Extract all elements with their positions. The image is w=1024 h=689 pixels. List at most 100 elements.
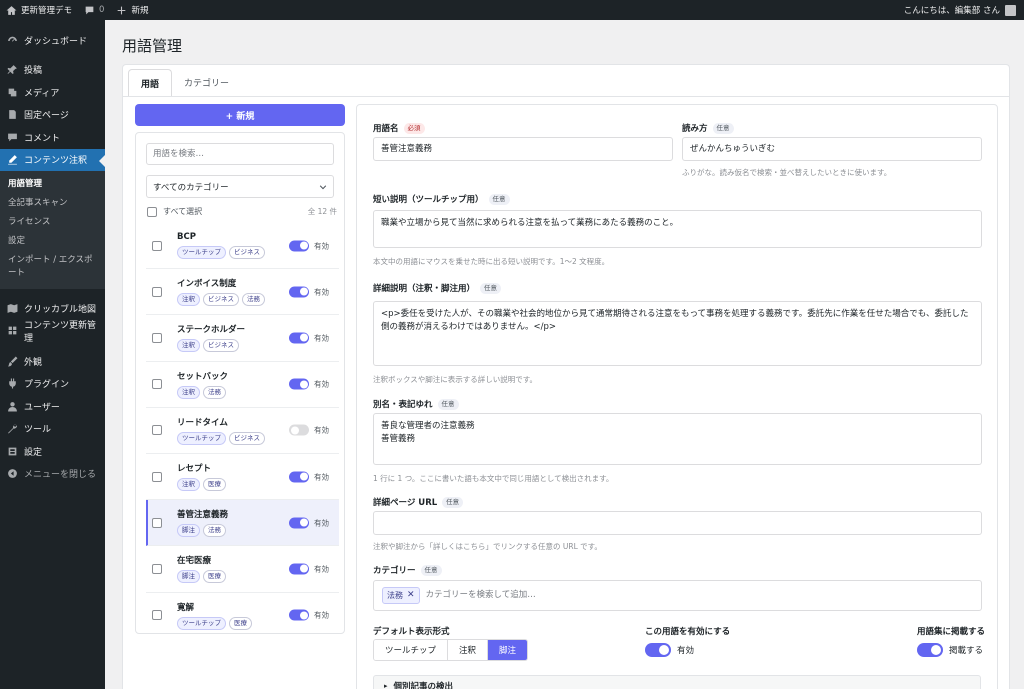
sidebar-item-dashboard[interactable]: ダッシュボード	[0, 29, 105, 52]
optional-badge: 任意	[712, 122, 734, 134]
sidebar-item-wrench[interactable]: ツール	[0, 418, 105, 441]
new-content-link[interactable]: 新規	[110, 0, 154, 20]
term-enable-toggle[interactable]	[289, 378, 309, 390]
term-info: レセプト 注釈 医療	[177, 462, 226, 492]
sidebar-item-brush[interactable]: 外観	[0, 350, 105, 373]
term-enable-toggle[interactable]	[289, 517, 309, 529]
term-row[interactable]: リードタイム ツールチップ ビジネス 有効	[146, 408, 339, 454]
term-enable-toggle[interactable]	[289, 563, 309, 575]
term-enable-toggle[interactable]	[289, 240, 309, 252]
glossary-value: 掲載する	[949, 646, 984, 656]
display-option-footnote[interactable]: 脚注	[488, 640, 528, 660]
category-filter-select[interactable]: すべてのカテゴリー	[146, 175, 334, 198]
alias-textarea[interactable]: 善良な管理者の注意義務 善管義務	[373, 413, 982, 465]
sidebar-item-edit[interactable]: コンテンツ注釈	[0, 148, 105, 171]
submenu-item[interactable]: 設定	[0, 232, 105, 251]
term-name-label-text: 用語名	[373, 124, 399, 134]
term-checkbox[interactable]	[152, 379, 162, 390]
enable-term-toggle-row: 有効	[645, 643, 694, 657]
media-icon	[8, 88, 17, 97]
optional-badge: 任意	[442, 496, 464, 508]
my-account[interactable]: こんにちは、編集部 さん	[904, 4, 1024, 16]
term-enable-toggle[interactable]	[289, 286, 309, 298]
collapse-label: メニューを閉じる	[24, 470, 97, 481]
term-row[interactable]: ステークホルダー 注釈 ビジネス 有効	[146, 315, 339, 362]
plus-icon	[118, 6, 126, 14]
display-option-tooltip[interactable]: ツールチップ	[374, 640, 449, 660]
sidebar-item-update[interactable]: コンテンツ更新管理	[0, 320, 105, 344]
required-badge: 必須	[403, 122, 425, 134]
settings-icon	[8, 447, 17, 456]
term-checkbox[interactable]	[152, 471, 162, 482]
sidebar-item-page[interactable]: 固定ページ	[0, 104, 105, 127]
term-checkbox[interactable]	[152, 286, 162, 297]
detail-url-input[interactable]	[373, 511, 982, 535]
category-picker[interactable]: 法務 ✕ カテゴリーを検索して追加…	[373, 580, 982, 611]
term-row[interactable]: 善管注意義務 脚注 法務 有効	[146, 500, 339, 547]
comments-link[interactable]: 0	[78, 0, 110, 20]
per-post-detection-accordion[interactable]: ▸ 個別記事の検出	[373, 675, 981, 689]
category-search-placeholder[interactable]: カテゴリーを検索して追加…	[426, 589, 536, 602]
tab-bar: 用語 カテゴリー	[128, 69, 241, 97]
glossary-toggle[interactable]	[917, 643, 943, 657]
submenu-item[interactable]: 用語管理	[0, 175, 105, 194]
remove-chip-icon[interactable]: ✕	[407, 589, 415, 602]
detail-url-label: 詳細ページ URL 任意	[373, 496, 464, 508]
menu-label: コンテンツ更新管理	[24, 320, 97, 344]
term-enable-label: 有効	[314, 425, 329, 435]
term-row[interactable]: インボイス制度 注釈 ビジネス 法務 有効	[146, 269, 339, 316]
term-name-input[interactable]: 善管注意義務	[373, 137, 673, 161]
sidebar-item-media[interactable]: メディア	[0, 81, 105, 104]
sidebar-item-plugin[interactable]: プラグイン	[0, 373, 105, 396]
term-enable-toggle[interactable]	[289, 609, 309, 621]
menu-label: 固定ページ	[24, 111, 69, 122]
submenu-item[interactable]: 全記事スキャン	[0, 194, 105, 213]
tab-divider	[123, 96, 1009, 97]
term-enable-toggle[interactable]	[289, 332, 309, 344]
select-all-checkbox[interactable]	[147, 206, 157, 217]
term-checkbox[interactable]	[152, 517, 162, 528]
term-row[interactable]: 寛解 ツールチップ 医療 有効	[146, 593, 339, 634]
term-search-input[interactable]	[146, 143, 334, 165]
tab-terms[interactable]: 用語	[128, 69, 173, 97]
page-title: 用語管理	[122, 37, 183, 55]
collapse-menu-button[interactable]: メニューを閉じる	[0, 463, 105, 486]
detail-desc-textarea[interactable]: <p>委任を受けた人が、その職業や社会的地位から見て通常期待される注意をもって事…	[373, 301, 982, 366]
short-desc-textarea[interactable]: 職業や立場から見て当然に求められる注意を払って業務にあたる義務のこと。	[373, 210, 982, 248]
term-checkbox[interactable]	[152, 563, 162, 574]
term-enable-toggle[interactable]	[289, 471, 309, 483]
sidebar-item-comment[interactable]: コメント	[0, 126, 105, 149]
term-enable-toggle[interactable]	[289, 424, 309, 436]
sidebar-item-user[interactable]: ユーザー	[0, 395, 105, 418]
menu-label: クリッカブル地図	[24, 304, 97, 315]
term-name: レセプト	[177, 464, 212, 475]
user-icon	[8, 401, 17, 412]
term-checkbox[interactable]	[152, 332, 162, 343]
sidebar-item-pin[interactable]: 投稿	[0, 59, 105, 82]
term-checkbox[interactable]	[152, 240, 162, 251]
reading-input[interactable]: ぜんかんちゅういぎむ	[682, 137, 982, 161]
term-checkbox[interactable]	[152, 425, 162, 436]
submenu-item[interactable]: インポート / エクスポート	[0, 251, 105, 283]
site-name-link[interactable]: 更新管理デモ	[0, 0, 78, 20]
term-info: BCP ツールチップ ビジネス	[177, 232, 265, 260]
tab-categories[interactable]: カテゴリー	[172, 69, 241, 96]
new-term-button[interactable]: + 新規	[135, 104, 345, 126]
site-name: 更新管理デモ	[21, 6, 73, 16]
comment-icon	[8, 133, 17, 142]
term-enable-label: 有効	[314, 564, 329, 574]
display-option-annotation[interactable]: 注釈	[448, 640, 489, 660]
term-info: リードタイム ツールチップ ビジネス	[177, 416, 265, 445]
enable-term-toggle[interactable]	[645, 643, 671, 657]
submenu-item[interactable]: ライセンス	[0, 213, 105, 232]
term-tag: 法務	[203, 385, 226, 399]
sidebar-item-settings[interactable]: 設定	[0, 440, 105, 463]
term-row[interactable]: BCP ツールチップ ビジネス 有効	[146, 223, 339, 270]
sidebar-item-map[interactable]: クリッカブル地図	[0, 297, 105, 320]
term-row[interactable]: セットバック 注釈 法務 有効	[146, 362, 339, 408]
term-row[interactable]: レセプト 注釈 医療 有効	[146, 454, 339, 501]
brush-icon	[8, 356, 18, 367]
term-row[interactable]: 在宅医療 脚注 医療 有効	[146, 546, 339, 593]
menu-label: 投稿	[24, 66, 43, 77]
term-checkbox[interactable]	[152, 610, 162, 621]
